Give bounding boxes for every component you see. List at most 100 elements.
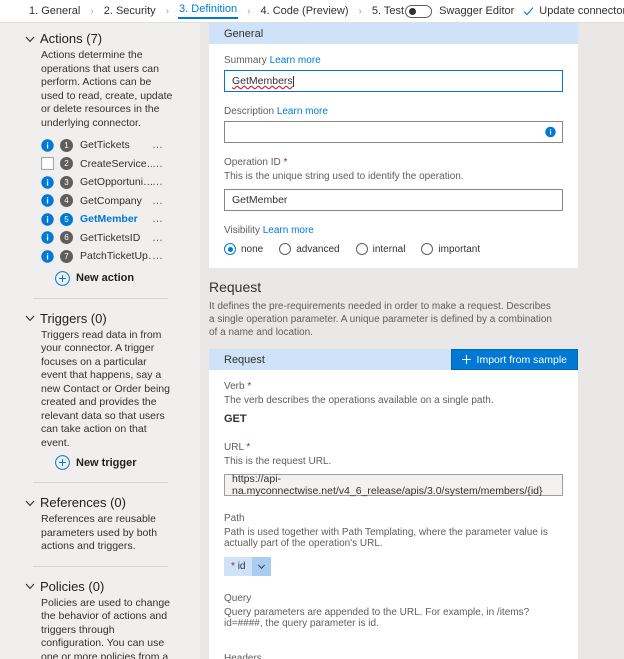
visibility-option-advanced[interactable]: advanced [279,243,340,255]
summary-learn-more-link[interactable]: Learn more [270,55,321,66]
references-section-title: References (0) [40,495,126,510]
policies-section-header[interactable]: Policies (0) [0,579,192,594]
list-item[interactable]: 6 GetTicketsID … [0,229,192,248]
request-card-header: Request Import from sample [209,349,578,370]
chevron-down-icon [25,583,35,590]
action-overflow-icon[interactable]: … [152,176,164,188]
list-item[interactable]: 3 GetOpportuni… … [0,173,192,192]
list-item[interactable]: 4 GetCompany … [0,192,192,211]
path-params: * id [224,557,563,576]
path-param-id[interactable]: * id [224,557,272,576]
path-help: Path is used together with Path Templati… [224,527,548,549]
info-icon [41,250,54,263]
action-overflow-icon[interactable]: … [152,250,164,262]
step-security[interactable]: 2. Security [103,5,157,17]
toggle-knob-icon [409,7,417,15]
plus-circle-icon [55,455,70,470]
checkmark-icon [523,6,534,15]
request-section-intro: Request It defines the pre-requirements … [209,279,578,348]
new-trigger-label: New trigger [76,456,137,469]
actions-section-title: Actions (7) [40,31,103,46]
list-item[interactable]: 7 PatchTicketUp… … [0,247,192,266]
operation-id-label-text: Operation ID [224,157,281,168]
references-section-header[interactable]: References (0) [0,495,192,510]
description-input[interactable] [224,121,563,143]
description-learn-more-link[interactable]: Learn more [277,106,328,117]
path-param-label: * id [224,561,252,572]
visibility-option-none[interactable]: none [224,243,263,255]
operation-id-value: GetMember [232,194,288,206]
operation-id-help: This is the unique string used to identi… [224,171,464,182]
swagger-editor-toggle[interactable]: Swagger Editor [405,4,515,18]
step-separator-icon: › [165,5,170,17]
step-general[interactable]: 1. General [28,5,81,17]
summary-label: Summary Learn more [224,55,563,66]
description-label-text: Description [224,106,275,117]
triggers-section-description: Triggers read data in from your connecto… [41,328,170,449]
verb-value: GET [224,413,247,425]
new-action-button[interactable]: New action [0,270,192,286]
action-overflow-icon[interactable]: … [152,139,164,151]
action-overflow-icon[interactable]: … [152,158,164,170]
summary-input[interactable]: GetMembers [224,70,563,92]
radio-selected-icon [224,243,236,255]
step-definition[interactable]: 3. Definition [178,3,239,19]
step-test[interactable]: 5. Test [371,5,405,17]
chevron-down-icon [25,36,35,42]
operation-id-label: Operation ID * [224,157,563,168]
action-number-badge: 6 [60,231,73,245]
url-value: https://api-na.myconnectwise.net/v4_6_re… [232,473,543,497]
operation-id-input[interactable]: GetMember [224,189,563,211]
url-input[interactable]: https://api-na.myconnectwise.net/v4_6_re… [224,473,563,497]
swagger-editor-label: Swagger Editor [439,5,515,17]
required-asterisk: * [247,381,252,392]
visibility-label-text: Visibility [224,225,260,236]
triggers-section-header[interactable]: Triggers (0) [0,311,192,326]
action-number-badge: 1 [60,138,73,152]
visibility-option-important[interactable]: important [421,243,480,255]
description-label: Description Learn more [224,106,563,117]
request-card: Request Import from sample Verb * The ve… [209,349,578,659]
plus-icon [461,355,471,364]
action-overflow-icon[interactable]: … [152,213,164,225]
verb-label-text: Verb [224,381,245,392]
list-item-selected-getmember[interactable]: 5 GetMember … [0,210,192,229]
import-from-sample-button[interactable]: Import from sample [450,349,578,370]
sidebar-divider [33,565,168,567]
request-description: It defines the pre-requirements needed i… [209,301,552,338]
action-number-badge: 4 [60,194,73,208]
action-number-badge: 2 [60,157,73,171]
step-separator-icon: › [358,5,362,17]
chevron-down-icon[interactable] [252,557,272,576]
summary-input-value: GetMembers [232,75,293,87]
action-name: GetOpportuni… [80,176,152,189]
sidebar-section-policies: Policies (0) Policies are used to change… [0,571,192,659]
list-item[interactable]: 2 CreateService… … [0,155,192,174]
visibility-learn-more-link[interactable]: Learn more [263,225,314,236]
radio-unselected-icon [421,243,434,255]
info-icon[interactable] [545,126,556,138]
visibility-option-internal[interactable]: internal [355,243,405,255]
actions-section-description: Actions determine the operations that us… [41,49,173,129]
action-overflow-icon[interactable]: … [152,232,164,244]
triggers-section-title: Triggers (0) [40,310,107,326]
action-number-badge: 5 [60,212,73,226]
policies-section-description: Policies are used to change the behavior… [41,596,170,659]
import-from-sample-label: Import from sample [476,353,567,366]
visibility-option-label: none [241,243,264,255]
general-card-body: Summary Learn more GetMembers Descriptio… [209,44,578,267]
info-icon [41,231,54,244]
actions-list: 1 GetTickets … 2 CreateService… … 3 GetO… [0,136,192,266]
step-separator-icon: › [90,5,94,17]
step-code-preview[interactable]: 4. Code (Preview) [259,5,349,17]
general-card-title: General [224,27,264,40]
action-overflow-icon[interactable]: … [152,195,164,207]
actions-section-header[interactable]: Actions (7) [0,31,192,46]
sidebar-divider [33,297,168,299]
toggle-track-icon [405,4,433,18]
list-item[interactable]: 1 GetTickets … [0,136,192,155]
update-connector-button[interactable]: Update connector [523,5,624,17]
new-trigger-button[interactable]: New trigger [0,455,192,470]
